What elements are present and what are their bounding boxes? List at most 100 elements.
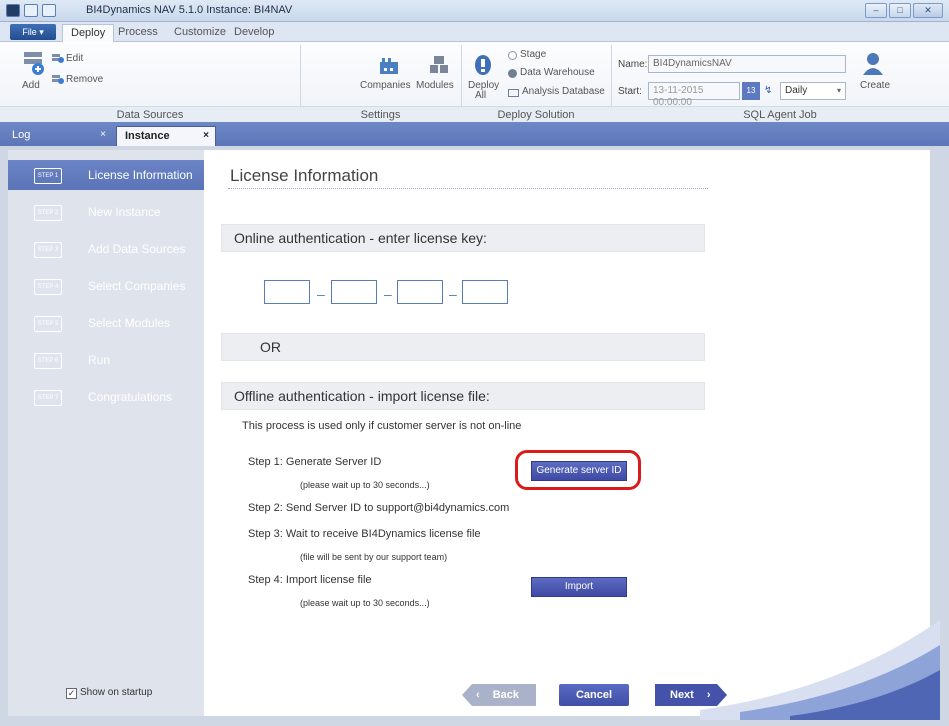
- step-run[interactable]: STEP 6 Run: [8, 345, 204, 375]
- modules-button[interactable]: Modules: [416, 80, 454, 91]
- offline-auth-header: Offline authentication - import license …: [221, 382, 705, 410]
- key-separator: –: [384, 286, 392, 302]
- recurrence-icon: ↯: [764, 85, 773, 96]
- remove-button[interactable]: Remove: [66, 74, 103, 85]
- decorative-swoosh: [700, 620, 940, 720]
- ribbon-group-labels: Data Sources Settings Deploy Solution SQ…: [0, 106, 949, 122]
- calendar-icon[interactable]: 13: [742, 82, 760, 100]
- step-new-instance[interactable]: STEP 2 New Instance: [8, 197, 204, 227]
- save-icon[interactable]: [24, 4, 38, 17]
- tab-instance-wizard[interactable]: Instance Wizard ×: [116, 126, 216, 160]
- deploy-all-label: All: [475, 90, 487, 101]
- quick-access-toolbar: [6, 4, 56, 17]
- step-label: Select Companies: [88, 279, 186, 293]
- step3-note: (file will be sent by our support team): [300, 552, 448, 562]
- deploy-all-icon[interactable]: [473, 54, 493, 76]
- or-text: OR: [260, 339, 281, 355]
- create-user-icon[interactable]: [862, 52, 884, 76]
- offline-auth-title: Offline authentication - import license …: [234, 388, 490, 404]
- close-icon[interactable]: ×: [203, 127, 209, 145]
- tab-develop[interactable]: Develop: [226, 24, 282, 42]
- data-warehouse-option[interactable]: Data Warehouse: [520, 67, 595, 78]
- step-license-information[interactable]: STEP 1 License Information: [8, 160, 212, 190]
- tab-deploy[interactable]: Deploy: [62, 24, 115, 42]
- show-on-startup-checkbox[interactable]: ✓: [66, 688, 77, 699]
- step1-text: Step 1: Generate Server ID: [248, 456, 382, 468]
- license-key-field-1[interactable]: [264, 280, 310, 304]
- online-auth-header: Online authentication - enter license ke…: [221, 224, 705, 252]
- companies-icon[interactable]: [378, 56, 400, 76]
- close-button[interactable]: ✕: [913, 3, 943, 18]
- minimize-button[interactable]: –: [865, 3, 887, 18]
- step2-text: Step 2: Send Server ID to support@bi4dyn…: [248, 502, 510, 514]
- step-label: New Instance: [88, 205, 161, 219]
- maximize-button[interactable]: □: [889, 3, 911, 18]
- import-button[interactable]: Import: [531, 577, 627, 597]
- group-label-sql-agent-job: SQL Agent Job: [743, 109, 817, 121]
- next-button[interactable]: Next ›: [670, 684, 720, 706]
- analysis-database-icon[interactable]: [508, 89, 519, 97]
- job-name-label: Name:: [618, 59, 648, 70]
- file-menu-button[interactable]: File ▾: [10, 24, 56, 40]
- app-icon[interactable]: [6, 4, 20, 17]
- license-key-field-4[interactable]: [462, 280, 508, 304]
- back-arrow-icon: ‹: [476, 689, 480, 701]
- job-name-input[interactable]: BI4DynamicsNAV: [648, 55, 846, 73]
- step-label: Run: [88, 353, 111, 367]
- step-label: License Information: [88, 168, 193, 182]
- key-separator: –: [449, 286, 457, 302]
- edit-icon[interactable]: [52, 53, 64, 63]
- remove-icon[interactable]: [52, 74, 64, 84]
- license-key-field-3[interactable]: [397, 280, 443, 304]
- ribbon-tabs: File ▾ Deploy Process Customize Develop: [0, 22, 949, 42]
- step-select-companies[interactable]: STEP 4 Select Companies: [8, 271, 204, 301]
- step-congratulations[interactable]: STEP 7 Congratulations: [8, 382, 204, 412]
- tab-log[interactable]: Log ×: [4, 126, 112, 146]
- modules-icon[interactable]: [428, 54, 450, 76]
- next-arrow-icon: ›: [706, 689, 711, 701]
- step-badge: STEP 1: [34, 168, 62, 184]
- step-add-data-sources[interactable]: STEP 3 Add Data Sources: [8, 234, 204, 264]
- tab-process[interactable]: Process: [110, 24, 166, 42]
- add-button-label[interactable]: Add: [22, 80, 40, 91]
- highlight-ring: [515, 450, 641, 490]
- create-button[interactable]: Create: [860, 80, 890, 91]
- step-select-modules[interactable]: STEP 5 Select Modules: [8, 308, 204, 338]
- step-badge: STEP 5: [34, 316, 62, 332]
- key-separator: –: [317, 286, 325, 302]
- next-label: Next: [670, 689, 694, 701]
- add-datasource-icon[interactable]: [22, 50, 46, 78]
- companies-button[interactable]: Companies: [360, 80, 411, 91]
- frequency-value: Daily: [785, 85, 808, 96]
- analysis-database-option[interactable]: Analysis Database: [522, 86, 605, 97]
- offline-note: This process is used only if customer se…: [242, 420, 522, 432]
- step4-note: (please wait up to 30 seconds...): [300, 598, 430, 608]
- step-badge: STEP 3: [34, 242, 62, 258]
- tab-log-label: Log: [12, 129, 31, 141]
- group-label-deploy-solution: Deploy Solution: [497, 109, 575, 121]
- title-underline: [228, 188, 708, 189]
- group-label-data-sources: Data Sources: [116, 109, 184, 121]
- cancel-button[interactable]: Cancel: [559, 684, 629, 706]
- edit-button[interactable]: Edit: [66, 53, 83, 64]
- step-badge: STEP 6: [34, 353, 62, 369]
- step-label: Congratulations: [88, 390, 173, 404]
- frequency-select[interactable]: Daily ▾: [780, 82, 846, 100]
- step-badge: STEP 4: [34, 279, 62, 295]
- step-badge: STEP 2: [34, 205, 62, 221]
- title-bar: BI4Dynamics NAV 5.1.0 Instance: BI4NAV –…: [0, 0, 949, 22]
- stage-radio-icon[interactable]: [508, 51, 517, 60]
- stage-option[interactable]: Stage: [520, 49, 546, 60]
- job-start-label: Start:: [618, 86, 642, 97]
- page-title: License Information: [230, 166, 379, 185]
- document-tabs: Log × Instance Wizard ×: [0, 122, 949, 160]
- close-icon[interactable]: ×: [100, 126, 106, 144]
- job-start-input[interactable]: 13-11-2015 00:00:00: [648, 82, 740, 108]
- show-on-startup-label: Show on startup: [80, 687, 153, 698]
- step3-text: Step 3: Wait to receive BI4Dynamics lice…: [248, 528, 481, 540]
- tab-customize[interactable]: Customize: [166, 24, 234, 42]
- data-warehouse-icon[interactable]: [508, 69, 517, 78]
- back-button[interactable]: ‹ Back: [476, 684, 532, 706]
- license-key-field-2[interactable]: [331, 280, 377, 304]
- home-icon[interactable]: [42, 4, 56, 17]
